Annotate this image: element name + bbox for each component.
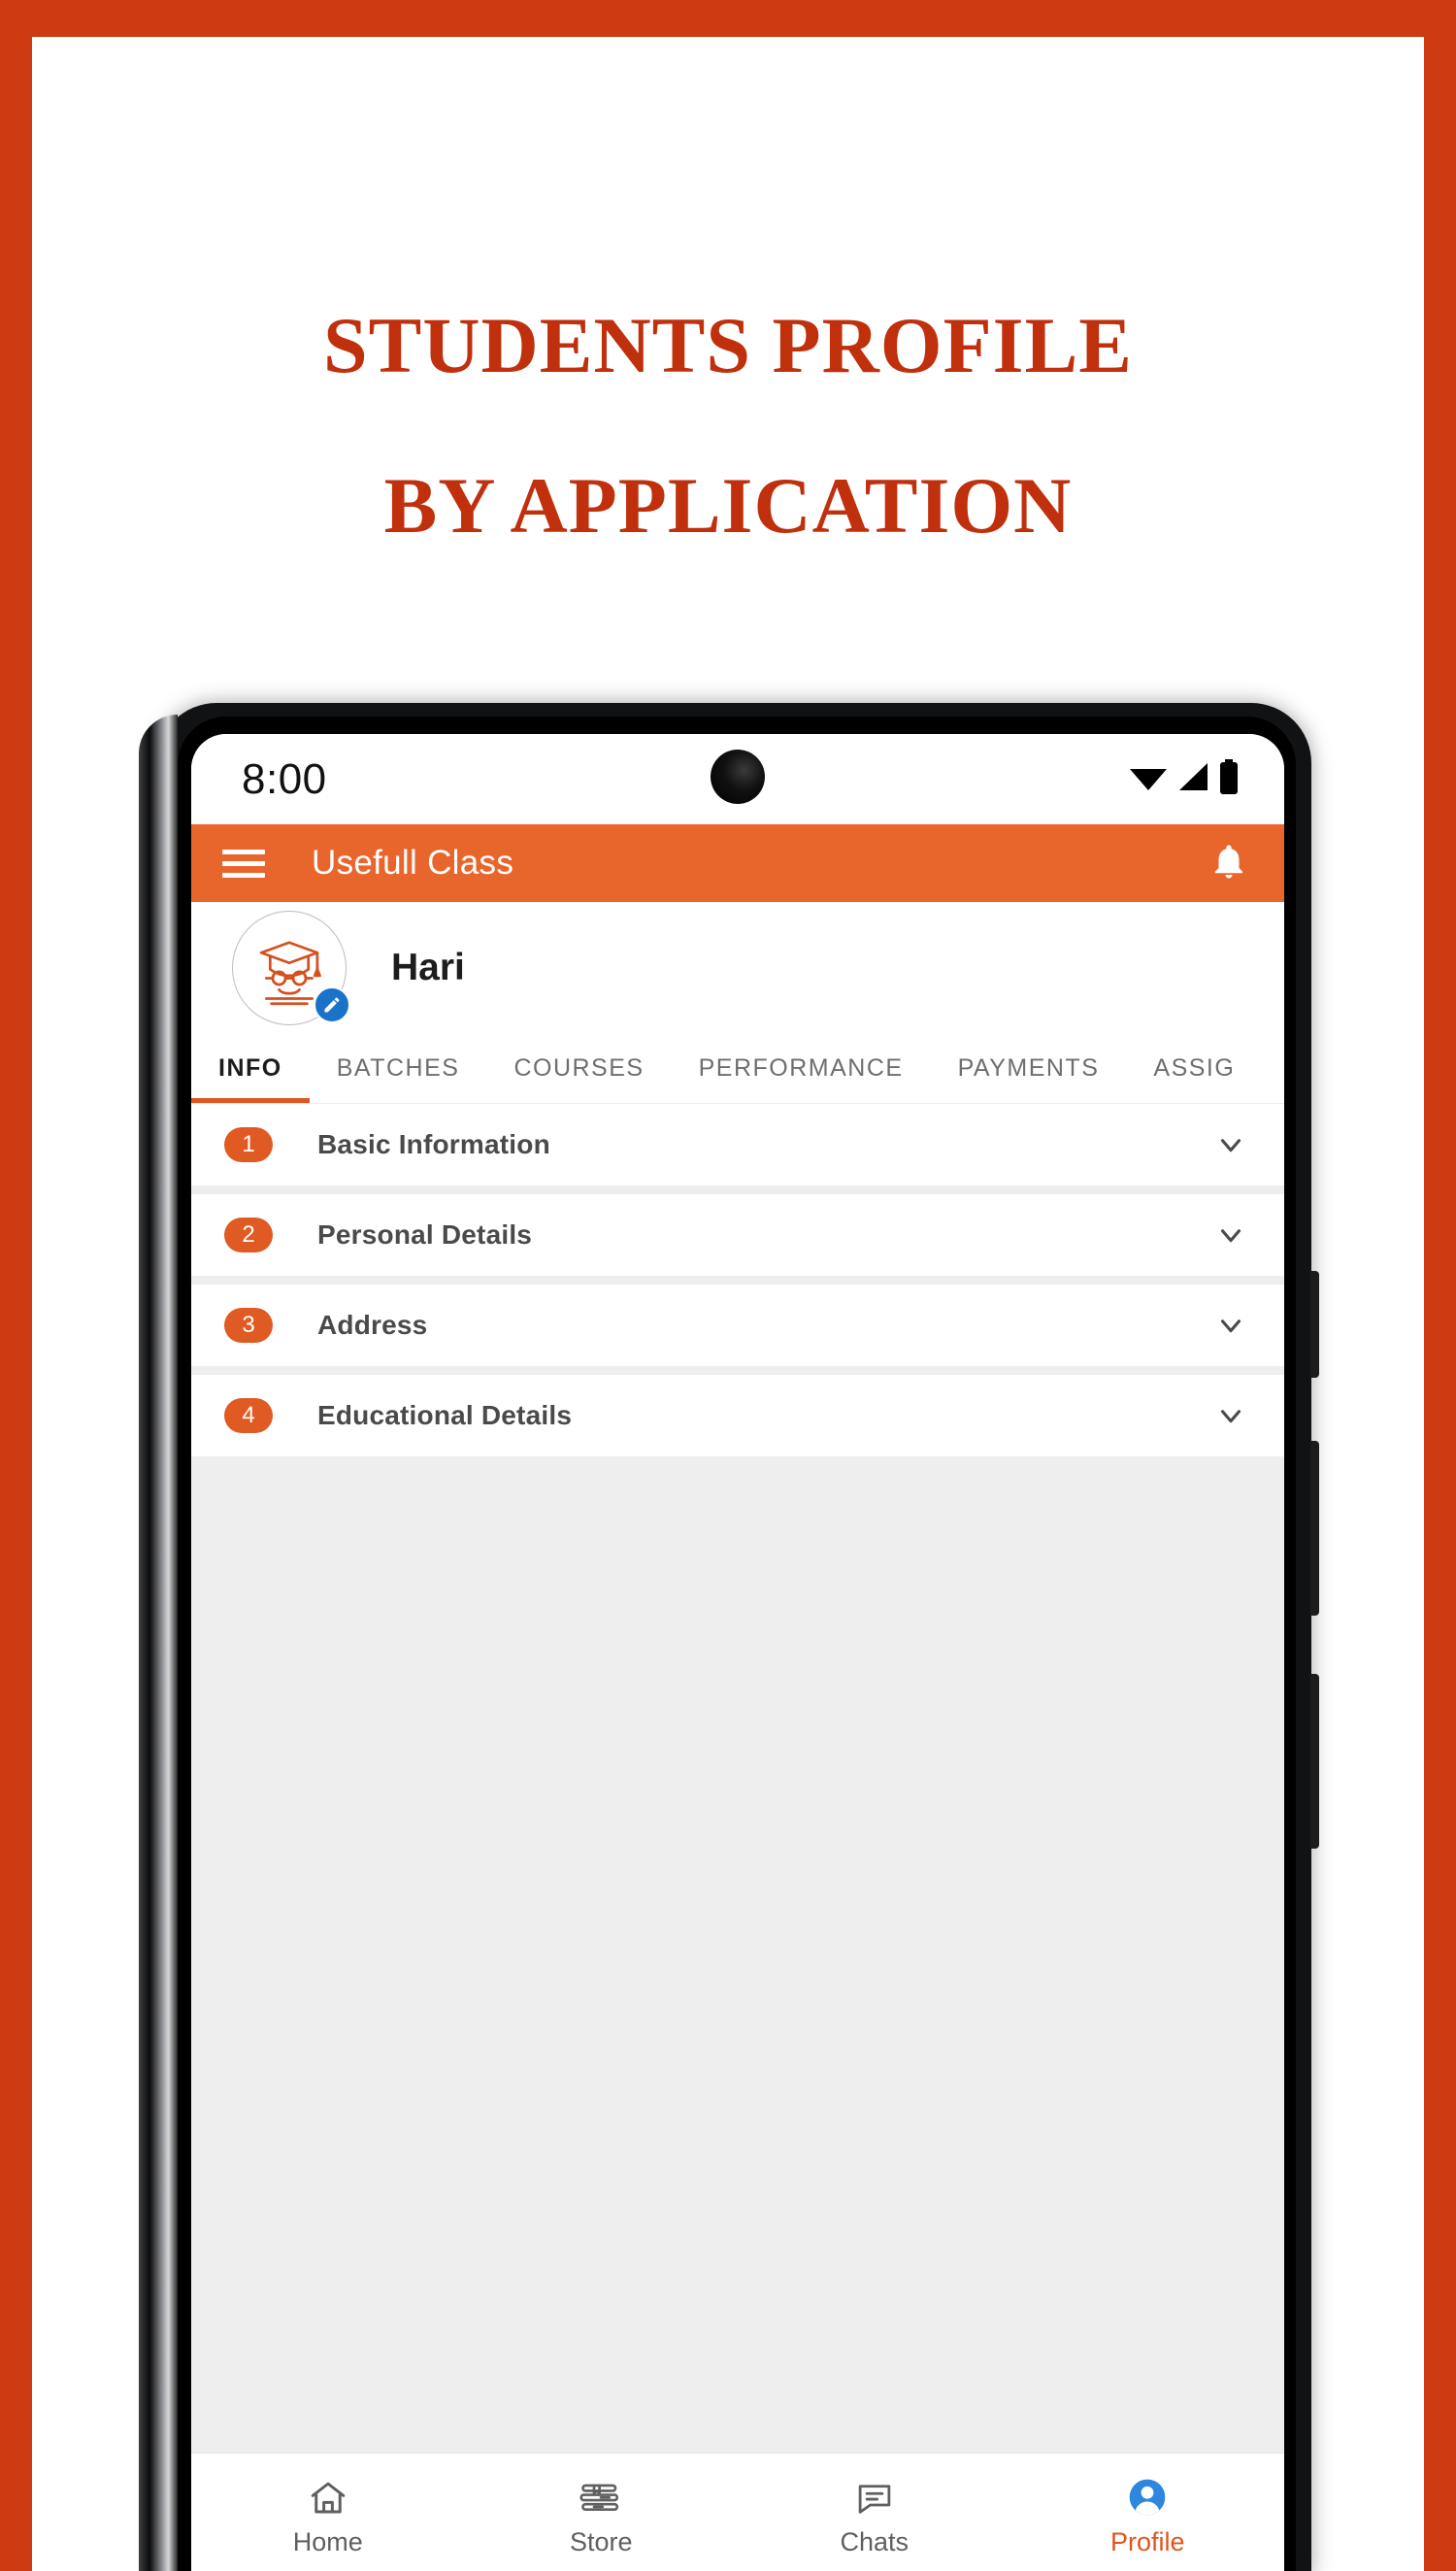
- accordion-label: Personal Details: [317, 1219, 533, 1250]
- phone-side-button-power: [1310, 1271, 1319, 1378]
- app-bar: Usefull Class: [191, 824, 1284, 902]
- accordion-number-badge: 3: [224, 1308, 273, 1343]
- accordion-label: Address: [317, 1310, 428, 1340]
- accordion-basic-information[interactable]: 1 Basic Information: [191, 1104, 1284, 1185]
- tab-courses-label: COURSES: [513, 1053, 645, 1082]
- accordion-address[interactable]: 3 Address: [191, 1285, 1284, 1366]
- avatar[interactable]: [232, 910, 350, 1025]
- phone-mockup: 8:00 Usefull Class Hari INFO BATCHES COU…: [139, 703, 1319, 2571]
- nav-item-store-label: Store: [569, 2526, 633, 2556]
- signal-icon: [1175, 760, 1210, 798]
- wifi-icon: [1128, 760, 1169, 798]
- accordion-label: Basic Information: [317, 1129, 550, 1159]
- nav-item-profile[interactable]: Profile: [1011, 2474, 1285, 2557]
- accordion-number-badge: 4: [224, 1398, 273, 1433]
- tab-payments[interactable]: PAYMENTS: [931, 1033, 1127, 1103]
- chevron-down-icon[interactable]: [1214, 1128, 1247, 1161]
- tab-info[interactable]: INFO: [191, 1033, 310, 1103]
- bell-icon[interactable]: [1208, 840, 1249, 887]
- books-icon: [579, 2474, 623, 2519]
- tab-assignments-label: ASSIG: [1153, 1053, 1236, 1082]
- accordion-personal-details[interactable]: 2 Personal Details: [191, 1194, 1284, 1276]
- bottom-navigation[interactable]: Home Store Chats Profile: [191, 2453, 1284, 2571]
- hamburger-menu-icon[interactable]: [222, 849, 265, 878]
- status-icons: [1128, 758, 1241, 800]
- headline-line-2: BY APPLICATION: [383, 461, 1073, 550]
- headline-line-1: STUDENTS PROFILE: [323, 301, 1133, 389]
- status-time: 8:00: [242, 754, 327, 803]
- status-bar: 8:00: [191, 734, 1284, 824]
- pencil-icon[interactable]: [314, 985, 350, 1023]
- poster-card: STUDENTS PROFILE BY APPLICATION 8:00 Use…: [32, 37, 1424, 2571]
- chevron-down-icon[interactable]: [1214, 1219, 1247, 1252]
- nav-item-store[interactable]: Store: [465, 2474, 739, 2557]
- tab-payments-label: PAYMENTS: [957, 1053, 1100, 1082]
- accordion-label: Educational Details: [317, 1400, 573, 1430]
- phone-left-edge: [139, 715, 178, 2571]
- page-title: STUDENTS PROFILE BY APPLICATION: [32, 265, 1424, 585]
- profile-tabs[interactable]: INFO BATCHES COURSES PERFORMANCE PAYMENT…: [191, 1033, 1284, 1104]
- info-tab-content: 1 Basic Information 2 Personal Details 3…: [191, 1104, 1284, 2453]
- profile-header: Hari: [191, 902, 1284, 1033]
- person-icon: [1126, 2474, 1169, 2519]
- poster-background: STUDENTS PROFILE BY APPLICATION 8:00 Use…: [0, 0, 1456, 2571]
- tab-performance[interactable]: PERFORMANCE: [672, 1033, 931, 1103]
- tab-info-label: INFO: [218, 1053, 282, 1082]
- chevron-down-icon[interactable]: [1214, 1399, 1247, 1432]
- camera-punch-hole: [711, 750, 765, 804]
- app-bar-title: Usefull Class: [312, 844, 514, 882]
- phone-screen: 8:00 Usefull Class Hari INFO BATCHES COU…: [191, 734, 1284, 2571]
- phone-side-button-volume-up: [1310, 1441, 1319, 1616]
- battery-icon: [1217, 758, 1241, 800]
- tab-batches[interactable]: BATCHES: [310, 1033, 487, 1103]
- nav-item-home-label: Home: [292, 2526, 363, 2556]
- nav-item-chats-label: Chats: [840, 2526, 910, 2556]
- chevron-down-icon[interactable]: [1214, 1309, 1247, 1342]
- profile-name: Hari: [391, 946, 465, 988]
- tab-assignments[interactable]: ASSIG: [1126, 1033, 1262, 1103]
- tab-courses[interactable]: COURSES: [486, 1033, 671, 1103]
- tab-performance-label: PERFORMANCE: [698, 1053, 904, 1082]
- home-icon: [307, 2474, 349, 2519]
- chat-bubble-icon: [852, 2474, 897, 2519]
- tab-batches-label: BATCHES: [336, 1053, 460, 1082]
- accordion-educational-details[interactable]: 4 Educational Details: [191, 1375, 1284, 1456]
- accordion-number-badge: 1: [224, 1127, 273, 1162]
- phone-side-button-volume-down: [1310, 1674, 1319, 1849]
- nav-item-chats[interactable]: Chats: [738, 2474, 1011, 2557]
- nav-item-profile-label: Profile: [1109, 2526, 1185, 2556]
- accordion-number-badge: 2: [224, 1218, 273, 1252]
- nav-item-home[interactable]: Home: [191, 2474, 465, 2557]
